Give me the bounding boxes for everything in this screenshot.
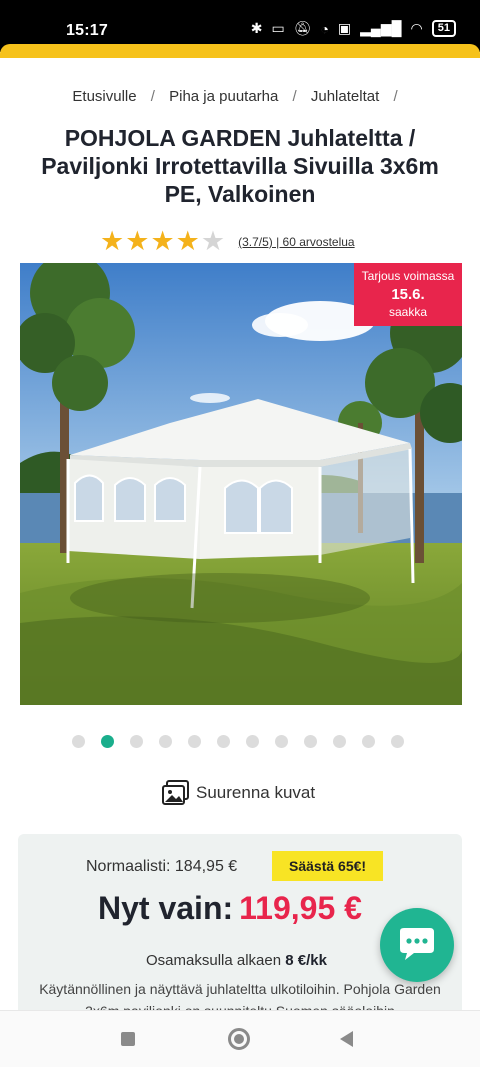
header-accent-strip	[0, 44, 480, 58]
carousel-dot[interactable]	[159, 735, 172, 748]
product-rating[interactable]: ★★★★★ (3.7/5) | 60 arvostelua	[100, 226, 355, 257]
carousel-dot[interactable]	[130, 735, 143, 748]
normal-price: Normaalisti: 184,95 €	[86, 858, 238, 875]
mute-icon: 🔕︎	[293, 20, 312, 36]
alarm-icon: ◔	[320, 20, 329, 37]
product-title: POHJOLA GARDEN Juhlateltta / Paviljonki …	[41, 125, 439, 207]
home-button[interactable]	[228, 1028, 250, 1050]
product-image[interactable]: Tarjous voimassa 15.6. saakka	[20, 263, 462, 705]
carousel-dot[interactable]	[246, 735, 259, 748]
star-filled-icon: ★	[125, 226, 151, 256]
breadcrumb-home[interactable]: Etusivulle	[72, 88, 136, 105]
product-description: Käytännöllinen ja näyttävä juhlateltta u…	[39, 981, 441, 1010]
enlarge-images-button[interactable]: Suurenna kuvat	[162, 780, 315, 806]
recent-apps-button[interactable]	[121, 1032, 135, 1046]
enlarge-images-label: Suurenna kuvat	[196, 783, 316, 802]
status-time: 15:17	[66, 22, 108, 39]
breadcrumb-party-tents[interactable]: Juhlateltat	[311, 88, 379, 105]
reviews-link[interactable]: (3.7/5) | 60 arvostelua	[238, 235, 355, 249]
carousel-dot[interactable]	[217, 735, 230, 748]
carousel-dot[interactable]	[391, 735, 404, 748]
carousel-dot[interactable]	[333, 735, 346, 748]
carousel-dot[interactable]	[304, 735, 317, 748]
save-badge: Säästä 65€!	[272, 851, 384, 881]
breadcrumb: Etusivulle / Piha ja puutarha / Juhlatel…	[72, 88, 398, 105]
star-filled-icon: ★	[175, 226, 201, 256]
offer-badge: Tarjous voimassa 15.6. saakka	[354, 263, 462, 326]
nfc-icon: ▭	[271, 20, 285, 36]
battery-icon: 51	[431, 20, 456, 37]
gallery-icon	[162, 780, 189, 805]
chat-bubble-icon	[400, 928, 434, 960]
product-page: Etusivulle / Piha ja puutarha / Juhlatel…	[0, 58, 480, 1010]
installment-prefix: Osamaksulla alkaen	[146, 952, 282, 969]
breadcrumb-garden[interactable]: Piha ja puutarha	[169, 88, 278, 105]
image-carousel-dots	[72, 735, 404, 748]
carousel-dot[interactable]	[72, 735, 85, 748]
wifi-icon: ◠	[410, 20, 423, 36]
star-empty-icon: ★	[200, 226, 227, 256]
current-price-label: Nyt vain:	[98, 890, 234, 926]
carousel-dot[interactable]	[101, 735, 114, 748]
current-price-amount: 119,95 €	[239, 890, 362, 926]
tent-photo	[20, 263, 462, 705]
installment-amount: 8 €/kk	[285, 952, 327, 969]
star-filled-icon: ★	[100, 226, 126, 256]
back-button[interactable]	[340, 1031, 353, 1047]
carousel-dot[interactable]	[188, 735, 201, 748]
volte-icon: ▣	[337, 20, 352, 36]
status-icons: ✱ ▭ 🔕︎ ◔ ▣ ▂▄▆█ ◠ 51	[251, 20, 456, 37]
carousel-dot[interactable]	[275, 735, 288, 748]
system-nav-bar	[0, 1010, 480, 1067]
bluetooth-icon: ✱	[250, 20, 263, 36]
current-price: Nyt vain: 119,95 €	[98, 890, 362, 927]
installment-info: Osamaksulla alkaen 8 €/kk	[146, 952, 327, 969]
star-filled-icon: ★	[150, 226, 176, 256]
signal-icon: ▂▄▆█	[360, 20, 402, 36]
rating-stars: ★★★★★	[100, 226, 226, 257]
chat-button[interactable]	[380, 908, 454, 982]
carousel-dot[interactable]	[362, 735, 375, 748]
